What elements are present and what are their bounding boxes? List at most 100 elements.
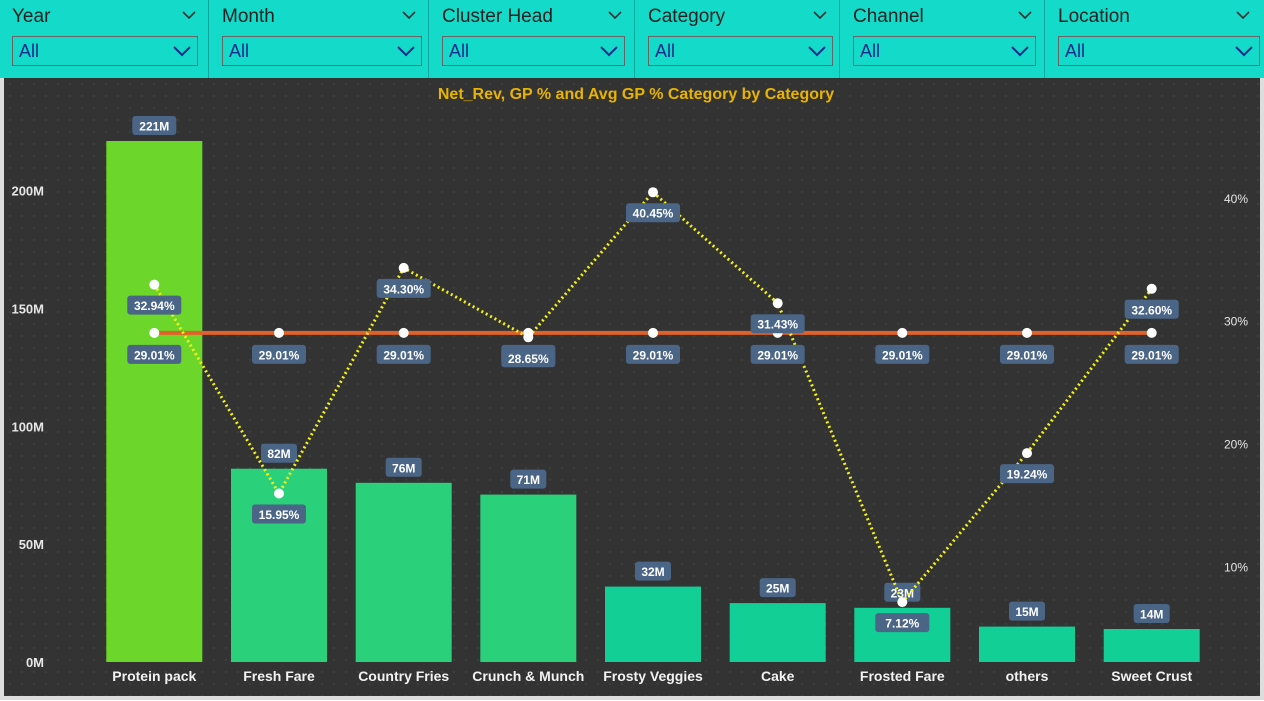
bar-net-rev <box>729 603 826 662</box>
avg-gp-label-text: 29.01% <box>1131 348 1172 362</box>
avg-gp-label: 29.01% <box>750 344 805 364</box>
gp-label: 28.65% <box>501 348 556 368</box>
chevron-down-icon[interactable] <box>1236 8 1250 22</box>
avg-gp-point <box>897 327 908 338</box>
y-left-tick-label: 200M <box>11 184 44 199</box>
gp-point <box>398 262 409 273</box>
avg-gp-label-text: 29.01% <box>259 348 300 362</box>
y-left-tick-label: 150M <box>11 301 44 316</box>
chevron-down-icon[interactable] <box>808 44 826 58</box>
cluster-head-dropdown-value: All <box>449 41 470 61</box>
x-tick-label: Sweet Crust <box>1111 668 1192 684</box>
avg-gp-label: 29.01% <box>1124 344 1179 364</box>
avg-gp-label-text: 29.01% <box>1007 348 1048 362</box>
bar-value-label: 71M <box>510 469 547 489</box>
avg-gp-point <box>648 327 658 338</box>
bar-value-label-text: 14M <box>1140 608 1163 622</box>
gp-point <box>274 488 284 499</box>
gp-label: 34.30% <box>376 278 431 298</box>
x-tick-label: Frosty Veggies <box>603 668 703 684</box>
avg-gp-label-text: 29.01% <box>134 348 175 362</box>
avg-gp-point <box>1146 327 1157 338</box>
combo-chart: Net_Rev, GP % and Avg GP % Category by C… <box>4 78 1260 696</box>
x-tick-label: Country Fries <box>358 668 449 684</box>
gp-label: 31.43% <box>750 314 805 334</box>
bar-value-label-text: 221M <box>139 120 169 134</box>
avg-gp-label: 29.01% <box>127 344 182 364</box>
avg-gp-point <box>398 327 409 338</box>
x-tick-label: Frosted Fare <box>860 668 945 684</box>
gp-point <box>1022 448 1032 459</box>
year-dropdown[interactable]: All <box>12 36 198 66</box>
x-tick-label: others <box>1006 668 1049 684</box>
gp-label: 7.12% <box>875 613 930 633</box>
gp-label-text: 40.45% <box>633 207 674 221</box>
category-slicer-title: Category <box>648 6 726 27</box>
gp-label-text: 15.95% <box>259 508 300 522</box>
gp-label-text: 19.24% <box>1007 468 1048 482</box>
gp-label: 19.24% <box>1000 464 1054 484</box>
gp-label: 32.94% <box>127 295 182 315</box>
avg-gp-label: 29.01% <box>1000 344 1054 364</box>
chevron-down-icon[interactable] <box>600 44 618 58</box>
bar-net-rev <box>355 482 452 662</box>
channel-dropdown[interactable]: All <box>853 36 1036 66</box>
avg-gp-label-text: 29.01% <box>757 348 798 362</box>
x-tick-label: Cake <box>761 668 795 684</box>
chevron-down-icon[interactable] <box>173 44 191 58</box>
avg-gp-label-text: 29.01% <box>633 348 674 362</box>
location-dropdown[interactable]: All <box>1058 36 1260 66</box>
month-slicer: Month All <box>210 0 430 78</box>
bar-value-label-text: 82M <box>267 447 290 461</box>
filter-bar: Year All Month All Cluster Head All Category Al… <box>0 0 1264 78</box>
y-left-tick-label: 0M <box>26 655 44 670</box>
gp-label-text: 31.43% <box>757 318 798 332</box>
chevron-down-icon[interactable] <box>1018 8 1032 22</box>
chevron-down-icon[interactable] <box>397 44 415 58</box>
bar-net-rev <box>480 494 577 662</box>
gp-point <box>648 187 658 198</box>
cluster-head-dropdown[interactable]: All <box>442 36 625 66</box>
gp-label-text: 32.60% <box>1131 303 1172 317</box>
avg-gp-label: 29.01% <box>376 344 431 364</box>
gp-label-text: 7.12% <box>885 617 919 631</box>
chevron-down-icon[interactable] <box>402 8 416 22</box>
category-dropdown[interactable]: All <box>648 36 833 66</box>
avg-gp-label: 29.01% <box>626 344 680 364</box>
y-right-tick-label: 40% <box>1224 192 1248 206</box>
channel-slicer-title: Channel <box>853 6 924 27</box>
y-right-tick-label: 20% <box>1224 438 1248 452</box>
chevron-down-icon[interactable] <box>1011 44 1029 58</box>
bar-value-label: 14M <box>1133 604 1170 623</box>
bar-value-label: 221M <box>132 116 177 135</box>
gp-label-text: 28.65% <box>508 352 549 366</box>
x-tick-label: Fresh Fare <box>243 668 315 684</box>
slicer-divider <box>634 0 635 78</box>
bar-value-label-text: 25M <box>766 582 789 596</box>
slicer-divider <box>208 0 209 78</box>
bar-value-label-text: 76M <box>392 461 415 475</box>
avg-gp-label: 29.01% <box>875 344 930 364</box>
slicer-divider <box>428 0 429 78</box>
chevron-down-icon[interactable] <box>182 8 196 22</box>
bar-value-label-text: 71M <box>517 473 540 487</box>
avg-gp-label-text: 29.01% <box>383 348 424 362</box>
bar-value-label-text: 32M <box>641 565 664 579</box>
bar-net-rev <box>1103 629 1200 662</box>
x-tick-label: Crunch & Munch <box>472 668 584 684</box>
gp-point <box>149 279 160 290</box>
bar-net-rev <box>106 141 203 662</box>
year-slicer-title: Year <box>12 6 51 27</box>
bar-value-label: 82M <box>261 443 297 463</box>
avg-gp-label-text: 29.01% <box>882 348 923 362</box>
chevron-down-icon[interactable] <box>1235 44 1253 58</box>
chart-title: Net_Rev, GP % and Avg GP % Category by C… <box>438 86 834 103</box>
bar-value-label: 32M <box>635 561 671 581</box>
bar-value-label: 15M <box>1009 601 1045 621</box>
year-slicer: Year All <box>0 0 210 78</box>
y-right-tick-label: 30% <box>1224 315 1248 329</box>
bar-net-rev <box>605 586 701 662</box>
chevron-down-icon[interactable] <box>813 8 827 22</box>
month-dropdown[interactable]: All <box>222 36 422 66</box>
chevron-down-icon[interactable] <box>608 8 622 22</box>
